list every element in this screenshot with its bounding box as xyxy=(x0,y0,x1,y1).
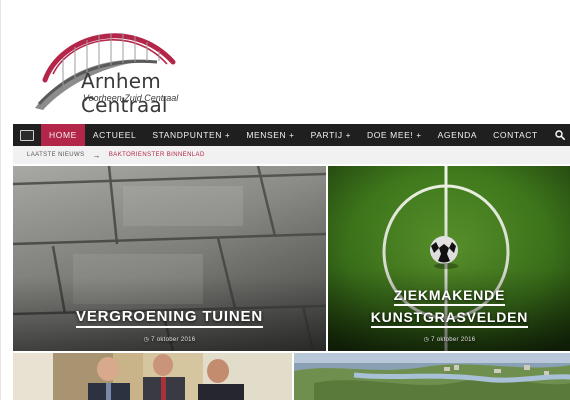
news-ticker: LAATSTE NIEUWS → BAKTORIENSTER BINNENLAD xyxy=(13,146,570,164)
nav-item-label: CONTACT xyxy=(493,130,538,140)
feature-tile-vergroening[interactable]: VERGROENING TUINEN ◷ 7 oktober 2016 xyxy=(13,166,326,351)
clock-icon: ◷ xyxy=(143,337,150,343)
nav-item-label: ACTUEEL xyxy=(92,130,137,140)
feature-date: ◷ 7 oktober 2016 xyxy=(13,336,326,343)
plus-icon: + xyxy=(289,130,295,140)
nav-item-doe-mee[interactable]: DOE MEE! + xyxy=(359,124,430,146)
nav-item-label: MENSEN xyxy=(246,130,287,140)
feature-tile-aerial[interactable] xyxy=(294,353,570,400)
nav-item-actueel[interactable]: ACTUEEL xyxy=(85,124,144,146)
plus-icon: + xyxy=(345,130,351,140)
nav-item-standpunten[interactable]: STANDPUNTEN + xyxy=(144,124,238,146)
feature-title-text: ZIEKMAKENDE xyxy=(393,287,506,306)
arrow-right-icon: → xyxy=(92,150,101,160)
clock-icon: ◷ xyxy=(423,337,430,343)
nav-item-contact[interactable]: CONTACT xyxy=(485,124,546,146)
feature-date: ◷ 7 oktober 2016 xyxy=(328,336,570,343)
feature-title[interactable]: VERGROENING TUINEN xyxy=(13,308,326,328)
nav-item-label: HOME xyxy=(49,130,77,140)
feature-date-text: 7 oktober 2016 xyxy=(151,337,196,343)
nav-item-label: PARTIJ xyxy=(310,130,343,140)
site-logo[interactable]: Arnhem Centraal Voorheen Zuid Centraal xyxy=(31,14,251,117)
ticker-label: LAATSTE NIEUWS xyxy=(27,152,85,158)
feature-title-text: KUNSTGRASVELDEN xyxy=(370,309,529,328)
main-navigation: HOME ACTUEEL STANDPUNTEN + MENSEN + PARTIJ… xyxy=(13,124,570,146)
plus-icon: + xyxy=(225,130,231,140)
feature-title-text: VERGROENING TUINEN xyxy=(76,308,263,328)
feature-title[interactable]: ZIEKMAKENDE KUNSTGRASVELDEN xyxy=(328,284,570,328)
nav-item-label: DOE MEE! xyxy=(366,130,414,140)
search-icon[interactable] xyxy=(549,124,570,146)
nav-item-label: STANDPUNTEN xyxy=(152,130,223,140)
site-subtitle: Voorheen Zuid Centraal xyxy=(83,93,179,103)
ticker-headline-link[interactable]: BAKTORIENSTER BINNENLAD xyxy=(109,152,205,158)
nav-item-label: AGENDA xyxy=(437,130,478,140)
people-photo-image xyxy=(13,353,292,400)
home-icon[interactable] xyxy=(13,124,41,146)
nav-item-mensen[interactable]: MENSEN + xyxy=(238,124,302,146)
aerial-city-image xyxy=(294,353,570,400)
plus-icon: + xyxy=(416,130,422,140)
feature-tile-people[interactable] xyxy=(13,353,292,400)
nav-item-agenda[interactable]: AGENDA xyxy=(430,124,486,146)
nav-item-home[interactable]: HOME xyxy=(41,124,85,146)
page: Arnhem Centraal Voorheen Zuid Centraal H… xyxy=(0,0,570,400)
feature-date-text: 7 oktober 2016 xyxy=(431,337,476,343)
feature-tile-kunstgrasvelden[interactable]: ZIEKMAKENDE KUNSTGRASVELDEN ◷ 7 oktober … xyxy=(328,166,570,351)
nav-item-partij[interactable]: PARTIJ + xyxy=(303,124,359,146)
